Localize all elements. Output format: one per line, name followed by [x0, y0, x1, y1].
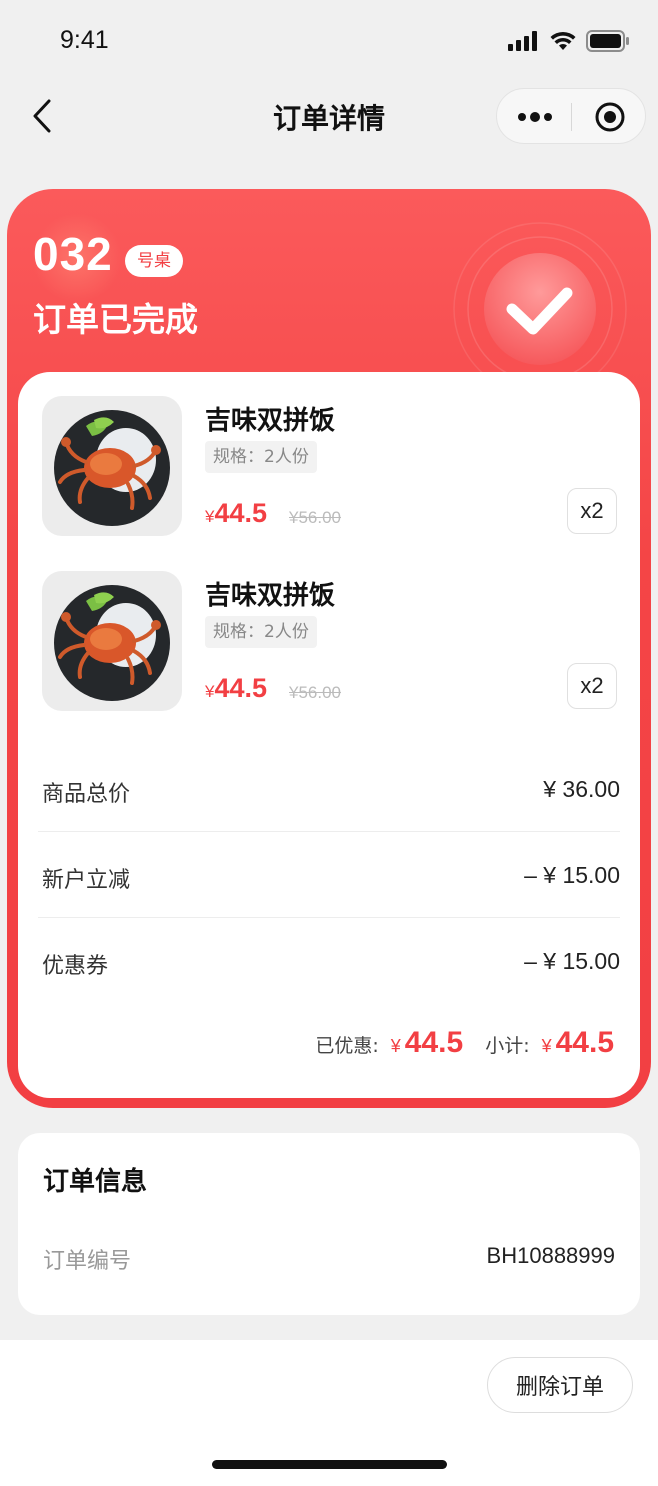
signal-icon	[508, 31, 537, 51]
order-info-title: 订单信息	[43, 1167, 148, 1197]
item-name: 吉味双拼饭	[205, 406, 336, 436]
battery-icon	[586, 30, 629, 52]
item-quantity: x2	[567, 488, 617, 534]
close-mini-program-button[interactable]	[573, 89, 647, 145]
order-summary: 已优惠: ¥ 44.5 小计: ¥ 44.5	[315, 1026, 614, 1060]
order-number-value: BH10888999	[486, 1243, 615, 1268]
wifi-icon	[550, 31, 576, 50]
more-dots-icon	[517, 112, 552, 122]
status-time: 9:41	[60, 26, 109, 54]
item-name: 吉味双拼饭	[205, 581, 336, 611]
home-indicator	[212, 1460, 447, 1469]
order-items-card: 吉味双拼饭 规格：2人份 ¥44.5 ¥56.00 x2 吉味双拼饭 规格：2人…	[18, 372, 640, 1098]
currency-symbol: ¥	[390, 1036, 401, 1056]
bottom-action-bar: 删除订单	[0, 1340, 658, 1486]
item-spec: 规格：2人份	[205, 441, 317, 473]
item-original-price: ¥56.00	[289, 508, 341, 527]
cost-row-total: 商品总价 ¥ 36.00	[42, 774, 620, 814]
cost-row-coupon: 优惠券 – ¥ 15.00	[42, 946, 620, 986]
subtotal-value: 44.5	[555, 1026, 614, 1059]
cost-label: 商品总价	[42, 782, 131, 807]
item-quantity: x2	[567, 663, 617, 709]
cost-value: ¥ 36.00	[543, 776, 620, 802]
cost-value: – ¥ 15.00	[524, 948, 620, 974]
status-bar: 9:41	[0, 0, 658, 84]
order-number-label: 订单编号	[43, 1249, 132, 1274]
item-spec: 规格：2人份	[205, 616, 317, 648]
mini-program-capsule	[496, 88, 646, 144]
item-original-price: ¥56.00	[289, 683, 341, 702]
item-price: ¥44.5	[205, 673, 267, 704]
target-circle-icon	[595, 102, 625, 132]
price-value: 44.5	[214, 673, 268, 703]
nav-bar: 订单详情	[0, 84, 658, 150]
crab-dish-image	[42, 396, 182, 536]
order-status-text: 订单已完成	[33, 300, 198, 339]
price-value: 44.5	[214, 498, 268, 528]
delete-order-button[interactable]: 删除订单	[487, 1357, 633, 1413]
order-item[interactable]: 吉味双拼饭 规格：2人份 ¥44.5 ¥56.00 x2	[42, 571, 617, 711]
item-price: ¥44.5	[205, 498, 267, 529]
divider	[38, 917, 620, 918]
subtotal-label: 小计:	[485, 1035, 530, 1057]
status-icons	[508, 30, 630, 52]
discount-value: 44.5	[404, 1026, 464, 1059]
divider	[38, 831, 620, 832]
order-item[interactable]: 吉味双拼饭 规格：2人份 ¥44.5 ¥56.00 x2	[42, 396, 617, 536]
table-number: 032	[33, 228, 113, 280]
discount-label: 已优惠:	[315, 1035, 379, 1057]
more-button[interactable]	[497, 89, 572, 145]
currency-symbol: ¥	[541, 1036, 552, 1056]
cost-value: – ¥ 15.00	[524, 862, 620, 888]
cost-label: 新户立减	[42, 868, 131, 893]
capsule-divider	[571, 103, 572, 131]
cost-row-new-user: 新户立减 – ¥ 15.00	[42, 860, 620, 900]
order-info-card: 订单信息 订单编号 BH10888999	[18, 1133, 640, 1315]
crab-dish-image	[42, 571, 182, 711]
table-tag: 号桌	[125, 245, 183, 277]
cost-label: 优惠券	[42, 954, 109, 979]
